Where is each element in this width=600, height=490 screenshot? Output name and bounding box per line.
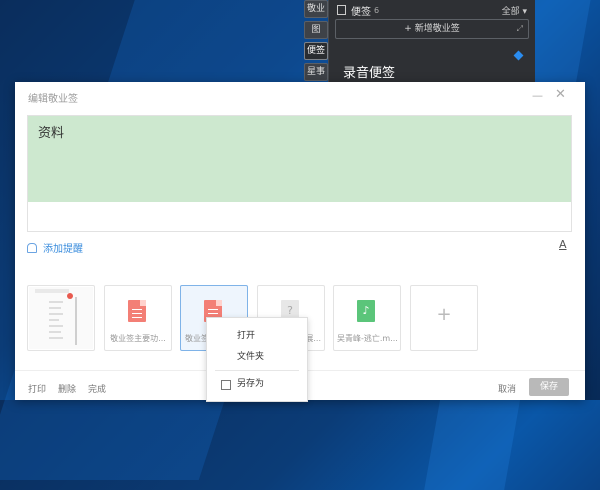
side-tab[interactable]: 图 <box>304 21 328 39</box>
save-button[interactable]: 保存 <box>529 378 569 396</box>
side-tab-active[interactable]: 便签 <box>304 42 328 60</box>
delete-button[interactable]: 删除 <box>58 382 76 395</box>
pin-icon[interactable] <box>513 50 524 61</box>
note-editor[interactable]: 资料 <box>27 115 572 232</box>
new-note-button[interactable]: + 新增敬业签 ⤢ <box>335 19 529 39</box>
attachment-audio[interactable]: ♪ 吴青峰-逃亡.m... <box>333 285 401 351</box>
attachment-screenshot[interactable] <box>27 285 95 351</box>
notes-filter-dropdown[interactable]: 全部 ▾ <box>502 4 527 17</box>
screenshot-thumbnail-icon <box>29 287 93 349</box>
music-file-icon: ♪ <box>357 300 375 322</box>
close-icon[interactable]: ✕ <box>555 87 566 102</box>
expand-icon[interactable]: ⤢ <box>517 20 523 38</box>
side-tab[interactable]: 敬业 <box>304 0 328 18</box>
note-icon <box>337 5 346 15</box>
note-title[interactable]: 录音便签 <box>343 62 395 81</box>
menu-item-save-as[interactable]: 另存为 <box>207 374 307 394</box>
cancel-button[interactable]: 取消 <box>498 382 516 395</box>
attachment-name: 敬业签主要功... <box>110 334 166 343</box>
dialog-title: 编辑敬业签 <box>28 94 78 105</box>
menu-item-open[interactable]: 打开 <box>207 326 307 346</box>
editor-text[interactable]: 资料 <box>28 116 571 202</box>
complete-button[interactable]: 完成 <box>88 382 106 395</box>
add-reminder-label: 添加提醒 <box>43 244 83 255</box>
attachment-document[interactable]: 敬业签主要功... <box>104 285 172 351</box>
menu-item-folder[interactable]: 文件夹 <box>207 347 307 367</box>
side-tab[interactable]: 星事 <box>304 63 328 81</box>
bell-icon <box>27 242 37 253</box>
notes-title: 便签 <box>351 6 371 18</box>
new-note-label: + 新增敬业签 <box>404 24 460 34</box>
document-icon <box>128 300 146 322</box>
minimize-icon[interactable]: — <box>532 89 543 102</box>
add-reminder-button[interactable]: 添加提醒 <box>27 240 83 255</box>
plus-icon: + <box>436 304 452 325</box>
add-attachment-button[interactable]: + <box>410 285 478 351</box>
notes-side-tabs: 敬业 图 便签 星事 <box>304 0 328 84</box>
notes-count: 6 <box>374 5 380 15</box>
menu-item-save-as-label: 另存为 <box>237 379 265 389</box>
save-as-icon <box>221 380 231 390</box>
attachment-name: 吴青峰-逃亡.m... <box>337 334 397 343</box>
print-button[interactable]: 打印 <box>28 382 46 395</box>
notes-panel: 便签 6 全部 ▾ + 新增敬业签 ⤢ 录音便签 <box>328 0 535 82</box>
notes-header: 便签 6 全部 ▾ <box>337 3 527 18</box>
menu-divider <box>215 370 299 371</box>
context-menu: 打开 文件夹 另存为 <box>206 317 308 402</box>
font-format-icon[interactable]: A <box>559 238 567 251</box>
